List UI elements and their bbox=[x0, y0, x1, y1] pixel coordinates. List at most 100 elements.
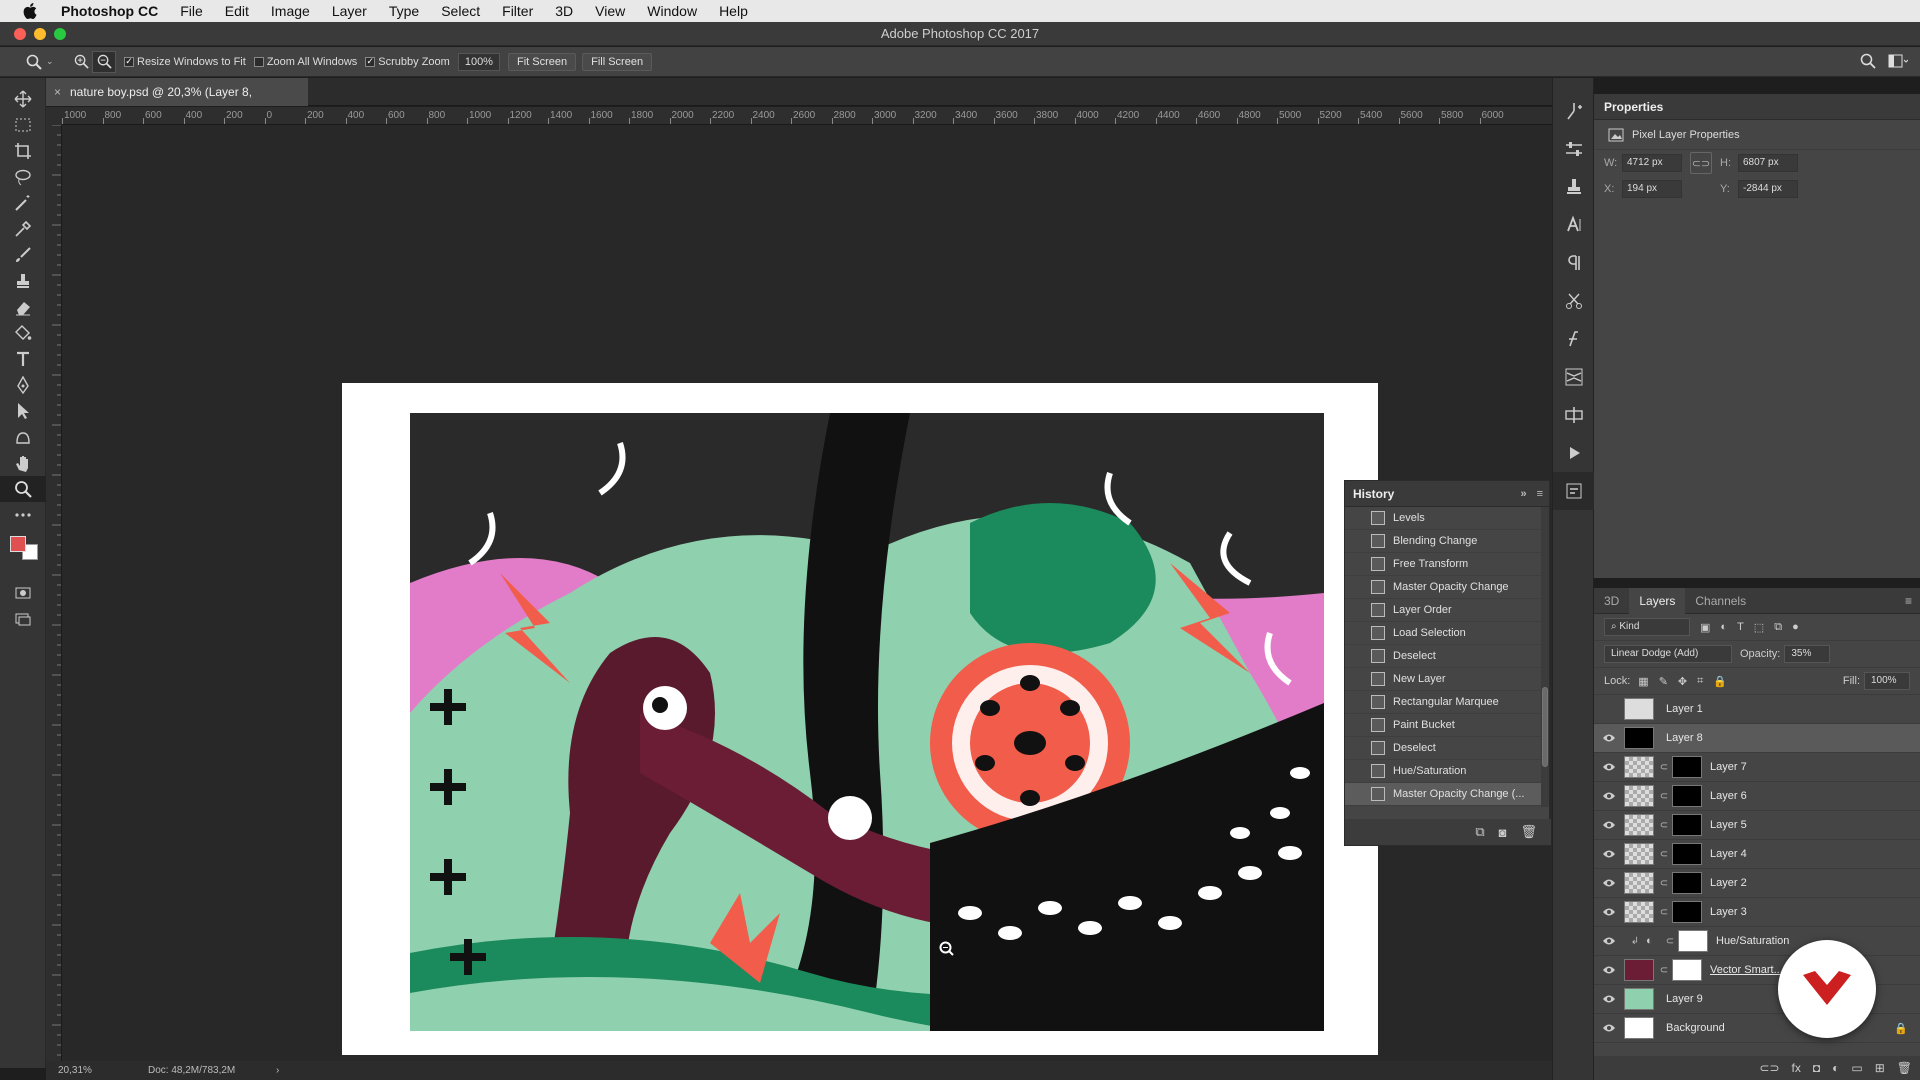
ruler-origin[interactable] bbox=[46, 107, 62, 125]
zoom-tool[interactable] bbox=[0, 476, 46, 502]
layer-row[interactable]: Layer 1 bbox=[1594, 695, 1920, 724]
layer-row[interactable]: ⊂ Layer 5 bbox=[1594, 811, 1920, 840]
filter-type-icon[interactable]: T bbox=[1737, 621, 1744, 634]
fill-field[interactable]: 100% bbox=[1864, 672, 1910, 690]
eraser-tool[interactable] bbox=[0, 294, 46, 320]
dock-tool-presets[interactable] bbox=[1553, 282, 1595, 320]
clone-stamp-tool[interactable] bbox=[0, 268, 46, 294]
menu-filter[interactable]: Filter bbox=[491, 0, 544, 22]
menu-type[interactable]: Type bbox=[378, 0, 430, 22]
foreground-color-swatch[interactable] bbox=[10, 536, 26, 552]
zoom-in-button[interactable] bbox=[70, 54, 92, 69]
apple-menu-icon[interactable] bbox=[20, 3, 40, 19]
menu-layer[interactable]: Layer bbox=[321, 0, 378, 22]
type-tool[interactable] bbox=[0, 346, 46, 372]
dock-paths[interactable] bbox=[1553, 358, 1595, 396]
dock-history[interactable] bbox=[1553, 472, 1595, 510]
menu-3d[interactable]: 3D bbox=[544, 0, 584, 22]
layer-mask-thumbnail[interactable] bbox=[1672, 872, 1702, 894]
lock-transparent-icon[interactable]: ▦ bbox=[1638, 675, 1648, 688]
width-field[interactable]: 4712 px bbox=[1622, 154, 1682, 172]
workspace-switcher-icon[interactable] bbox=[1888, 54, 1909, 71]
lock-artboard-icon[interactable]: ⌗ bbox=[1697, 675, 1703, 688]
trash-icon[interactable]: 🗑 bbox=[1520, 824, 1537, 840]
filter-toggle-icon[interactable]: ● bbox=[1792, 621, 1799, 634]
link-layers-icon[interactable]: ⊂⊃ bbox=[1759, 1061, 1779, 1075]
history-item[interactable]: Hue/Saturation bbox=[1345, 760, 1541, 783]
dock-brush-settings[interactable] bbox=[1553, 92, 1595, 130]
layer-mask-thumbnail[interactable] bbox=[1678, 930, 1708, 952]
custom-shape-tool[interactable] bbox=[0, 424, 46, 450]
dock-paragraph[interactable] bbox=[1553, 244, 1595, 282]
collapse-panel-icon[interactable]: » bbox=[1520, 488, 1526, 500]
lock-position-icon[interactable]: ✥ bbox=[1678, 675, 1687, 688]
layer-row[interactable]: Layer 8 bbox=[1594, 724, 1920, 753]
canvas-area[interactable] bbox=[62, 125, 1552, 1061]
history-item[interactable]: Deselect bbox=[1345, 737, 1541, 760]
history-scrollbar[interactable] bbox=[1541, 507, 1549, 807]
link-dimensions-icon[interactable]: ⊂⊃ bbox=[1690, 152, 1712, 174]
artwork-image[interactable] bbox=[410, 413, 1324, 1031]
visibility-eye-icon[interactable] bbox=[1594, 820, 1624, 830]
tab-channels[interactable]: Channels bbox=[1685, 588, 1756, 614]
dock-adjustments[interactable] bbox=[1553, 130, 1595, 168]
marquee-tool[interactable] bbox=[0, 112, 46, 138]
visibility-eye-icon[interactable] bbox=[1594, 762, 1624, 772]
layer-mask-thumbnail[interactable] bbox=[1672, 756, 1702, 778]
new-document-from-state-icon[interactable]: ⧉ bbox=[1475, 824, 1484, 840]
visibility-eye-icon[interactable] bbox=[1594, 791, 1624, 801]
panel-menu-icon[interactable]: ≡ bbox=[1537, 488, 1543, 500]
y-field[interactable]: -2844 px bbox=[1738, 180, 1798, 198]
visibility-eye-icon[interactable] bbox=[1594, 733, 1624, 743]
visibility-eye-icon[interactable] bbox=[1594, 994, 1624, 1004]
status-zoom-level[interactable]: 20,31% bbox=[46, 1065, 136, 1076]
menu-select[interactable]: Select bbox=[430, 0, 491, 22]
pen-tool[interactable] bbox=[0, 372, 46, 398]
move-tool[interactable] bbox=[0, 86, 46, 112]
lock-image-icon[interactable]: ✎ bbox=[1659, 675, 1668, 688]
blend-mode-select[interactable]: Linear Dodge (Add) bbox=[1604, 645, 1732, 663]
zoom-value-field[interactable]: 100% bbox=[457, 52, 500, 71]
zoom-out-button[interactable] bbox=[92, 50, 116, 73]
dock-timeline[interactable] bbox=[1553, 396, 1595, 434]
horizontal-ruler[interactable]: 1000 800 600 400 200 0 200 400 600 800 1000 1200 140… bbox=[62, 107, 1552, 125]
search-icon[interactable] bbox=[1860, 53, 1876, 72]
filter-adjustment-icon[interactable]: ◐ bbox=[1720, 621, 1727, 634]
layer-mask-thumbnail[interactable] bbox=[1672, 814, 1702, 836]
history-item[interactable]: Deselect bbox=[1345, 645, 1541, 668]
history-item[interactable]: Master Opacity Change bbox=[1345, 576, 1541, 599]
dock-character[interactable] bbox=[1553, 206, 1595, 244]
filter-kind-select[interactable]: ⌕ Kind bbox=[1604, 618, 1690, 636]
menu-view[interactable]: View bbox=[584, 0, 636, 22]
trash-icon[interactable]: 🗑 bbox=[1897, 1061, 1912, 1075]
menu-app-name[interactable]: Photoshop CC bbox=[50, 0, 169, 22]
vertical-ruler[interactable] bbox=[46, 125, 62, 1061]
history-item[interactable]: New Layer bbox=[1345, 668, 1541, 691]
visibility-eye-icon[interactable] bbox=[1594, 965, 1624, 975]
crop-tool[interactable] bbox=[0, 138, 46, 164]
x-field[interactable]: 194 px bbox=[1622, 180, 1682, 198]
tool-preset-picker[interactable]: ⌄ bbox=[0, 54, 70, 70]
layer-mask-thumbnail[interactable] bbox=[1672, 785, 1702, 807]
layer-row[interactable]: Background 🔒 bbox=[1594, 1014, 1920, 1043]
layer-row[interactable]: ⊂ Layer 2 bbox=[1594, 869, 1920, 898]
lock-all-icon[interactable]: 🔒 bbox=[1713, 675, 1727, 688]
panel-menu-icon[interactable]: ≡ bbox=[1905, 594, 1920, 608]
snapshot-camera-icon[interactable]: ◙ bbox=[1499, 825, 1507, 840]
brush-tool[interactable] bbox=[0, 242, 46, 268]
layer-row[interactable]: ⊂ Layer 7 bbox=[1594, 753, 1920, 782]
history-scroll-thumb[interactable] bbox=[1542, 687, 1548, 767]
visibility-eye-icon[interactable] bbox=[1594, 1023, 1624, 1033]
filter-smart-object-icon[interactable]: ⧉ bbox=[1774, 621, 1782, 634]
layer-mask-thumbnail[interactable] bbox=[1672, 843, 1702, 865]
layer-row[interactable]: ⊂ Layer 6 bbox=[1594, 782, 1920, 811]
history-item[interactable]: Levels bbox=[1345, 507, 1541, 530]
screen-mode-button[interactable] bbox=[0, 606, 46, 632]
dock-actions[interactable] bbox=[1553, 434, 1595, 472]
visibility-eye-icon[interactable] bbox=[1594, 849, 1624, 859]
resize-windows-checkbox[interactable]: ✓ Resize Windows to Fit bbox=[124, 56, 246, 68]
history-item[interactable]: Free Transform bbox=[1345, 553, 1541, 576]
more-tools[interactable] bbox=[0, 502, 46, 528]
eyedropper-tool[interactable] bbox=[0, 216, 46, 242]
paint-bucket-tool[interactable] bbox=[0, 320, 46, 346]
